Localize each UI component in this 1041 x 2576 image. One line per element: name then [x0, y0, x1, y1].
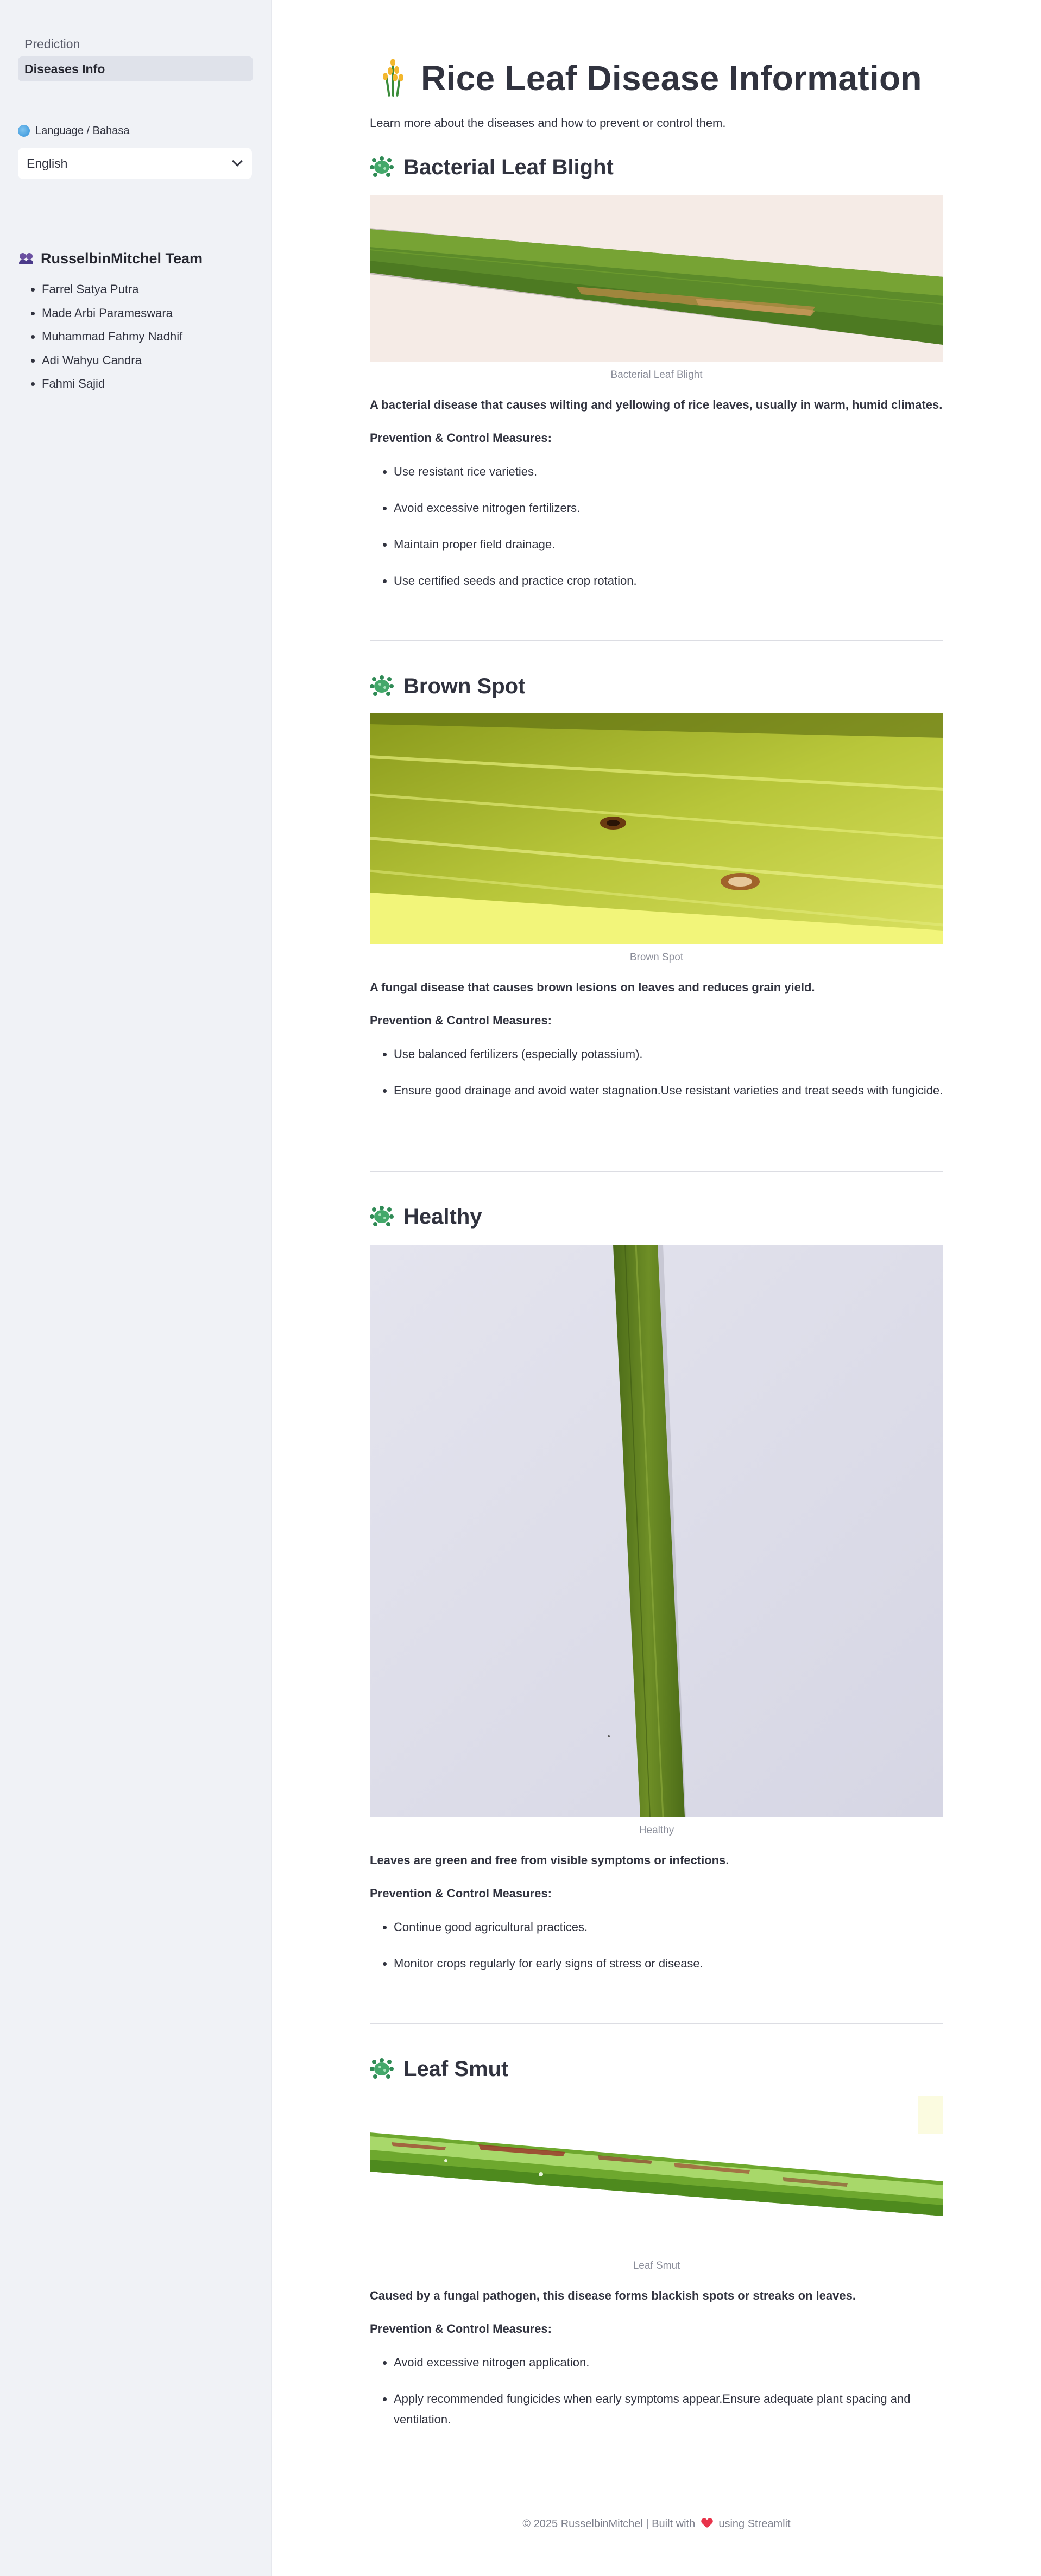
- microbe-icon: [370, 675, 394, 697]
- language-selected-value: English: [27, 156, 68, 170]
- measure-item: Ensure good drainage and avoid water sta…: [394, 1080, 943, 1101]
- language-select[interactable]: English: [18, 148, 252, 179]
- leaf-image: [370, 195, 943, 362]
- main-area: Rice Leaf Disease Information Learn more…: [272, 0, 1041, 2576]
- footer-text-right: using Streamlit: [718, 2518, 791, 2530]
- microbe-icon: [370, 2058, 394, 2080]
- team-member: Adi Wahyu Candra: [42, 352, 257, 369]
- disease-description: Leaves are green and free from visible s…: [370, 1853, 729, 1867]
- image-caption: Healthy: [639, 1825, 674, 1836]
- disease-section-leaf-smut: Leaf Smut Leaf Smut Caused by a fungal p…: [370, 2055, 943, 2446]
- section-title: Brown Spot: [403, 674, 526, 698]
- heart-icon: [702, 2518, 712, 2528]
- measure-item: Use certified seeds and practice crop ro…: [394, 571, 943, 591]
- team-member: Muhammad Fahmy Nadhif: [42, 328, 257, 345]
- prevention-label: Prevention & Control Measures:: [370, 1887, 552, 1900]
- section-heading: Bacterial Leaf Blight: [370, 153, 943, 181]
- image-caption: Bacterial Leaf Blight: [610, 369, 703, 381]
- disease-description: A bacterial disease that causes wilting …: [370, 398, 943, 412]
- sidebar-nav: Prediction Diseases Info: [0, 0, 271, 81]
- footer: © 2025 RusselbinMitchel | Built with usi…: [370, 2518, 943, 2530]
- measure-item: Monitor crops regularly for early signs …: [394, 1953, 943, 1974]
- page-title: Rice Leaf Disease Information: [421, 59, 922, 98]
- nav-item-diseases-info[interactable]: Diseases Info: [18, 56, 253, 81]
- disease-description: Caused by a fungal pathogen, this diseas…: [370, 2289, 856, 2302]
- prevention-label: Prevention & Control Measures:: [370, 431, 552, 445]
- prevention-label: Prevention & Control Measures:: [370, 2322, 552, 2336]
- measure-item: Maintain proper field drainage.: [394, 534, 943, 555]
- chevron-down-icon: [232, 156, 243, 167]
- leaf-image: [370, 1245, 943, 1817]
- language-label: Language / Bahasa: [35, 124, 130, 137]
- measure-item: Avoid excessive nitrogen application.: [394, 2352, 943, 2373]
- measure-item: Apply recommended fungicides when early …: [394, 2389, 943, 2430]
- section-heading: Healthy: [370, 1202, 943, 1231]
- team-list: Farrel Satya Putra Made Arbi Parameswara…: [18, 281, 257, 392]
- measure-item: Continue good agricultural practices.: [394, 1917, 943, 1938]
- section-heading: Leaf Smut: [370, 2055, 943, 2083]
- section-divider: [370, 2023, 943, 2024]
- team-title: RusselbinMitchel Team: [41, 250, 203, 267]
- image-caption: Leaf Smut: [633, 2260, 680, 2271]
- measures-list: Use balanced fertilizers (especially pot…: [370, 1044, 943, 1101]
- nav-item-prediction[interactable]: Prediction: [18, 31, 253, 56]
- section-title: Bacterial Leaf Blight: [403, 155, 614, 179]
- leaf-image: [370, 713, 943, 944]
- disease-section-healthy: Healthy Healthy Leaves are green and fre…: [370, 1202, 943, 1990]
- microbe-icon: [370, 156, 394, 178]
- measures-list: Use resistant rice varieties. Avoid exce…: [370, 461, 943, 591]
- measure-item: Use resistant rice varieties.: [394, 461, 943, 482]
- disease-section-bacterial-leaf-blight: Bacterial Leaf Blight Bacterial Leaf Bli…: [370, 153, 943, 607]
- sidebar: Prediction Diseases Info Language / Baha…: [0, 0, 272, 2576]
- people-icon: [18, 252, 34, 265]
- globe-icon: [18, 125, 30, 137]
- team-section: RusselbinMitchel Team Farrel Satya Putra…: [18, 249, 257, 400]
- image-caption: Brown Spot: [629, 952, 684, 963]
- section-heading: Brown Spot: [370, 672, 943, 700]
- disease-image-bacterial-leaf-blight: [370, 195, 943, 362]
- language-selector: Language / Bahasa English: [18, 123, 252, 179]
- disease-image-brown-spot: [370, 713, 943, 944]
- page-header: Rice Leaf Disease Information: [370, 56, 922, 100]
- section-title: Leaf Smut: [403, 2056, 509, 2081]
- team-heading: RusselbinMitchel Team: [18, 249, 257, 268]
- language-label-row: Language / Bahasa: [18, 123, 252, 139]
- team-member: Farrel Satya Putra: [42, 281, 257, 298]
- measures-list: Avoid excessive nitrogen application. Ap…: [370, 2352, 943, 2430]
- disease-image-healthy: [370, 1245, 943, 1817]
- measures-list: Continue good agricultural practices. Mo…: [370, 1917, 943, 1974]
- leaf-image: [370, 2096, 943, 2252]
- prevention-label: Prevention & Control Measures:: [370, 1014, 552, 1027]
- footer-text-left: © 2025 RusselbinMitchel | Built with: [522, 2518, 696, 2530]
- microbe-icon: [370, 1206, 394, 1227]
- team-member: Fahmi Sajid: [42, 376, 257, 392]
- measure-item: Use balanced fertilizers (especially pot…: [394, 1044, 943, 1065]
- section-title: Healthy: [403, 1204, 482, 1229]
- section-divider: [370, 640, 943, 641]
- page-subtitle: Learn more about the diseases and how to…: [370, 116, 726, 130]
- section-divider: [370, 1171, 943, 1172]
- disease-description: A fungal disease that causes brown lesio…: [370, 980, 815, 994]
- rice-icon: [381, 59, 406, 98]
- measure-item: Avoid excessive nitrogen fertilizers.: [394, 498, 943, 518]
- disease-section-brown-spot: Brown Spot Brown Spot A fungal disease t…: [370, 672, 943, 1117]
- disease-image-leaf-smut: [370, 2096, 943, 2252]
- team-member: Made Arbi Parameswara: [42, 305, 257, 321]
